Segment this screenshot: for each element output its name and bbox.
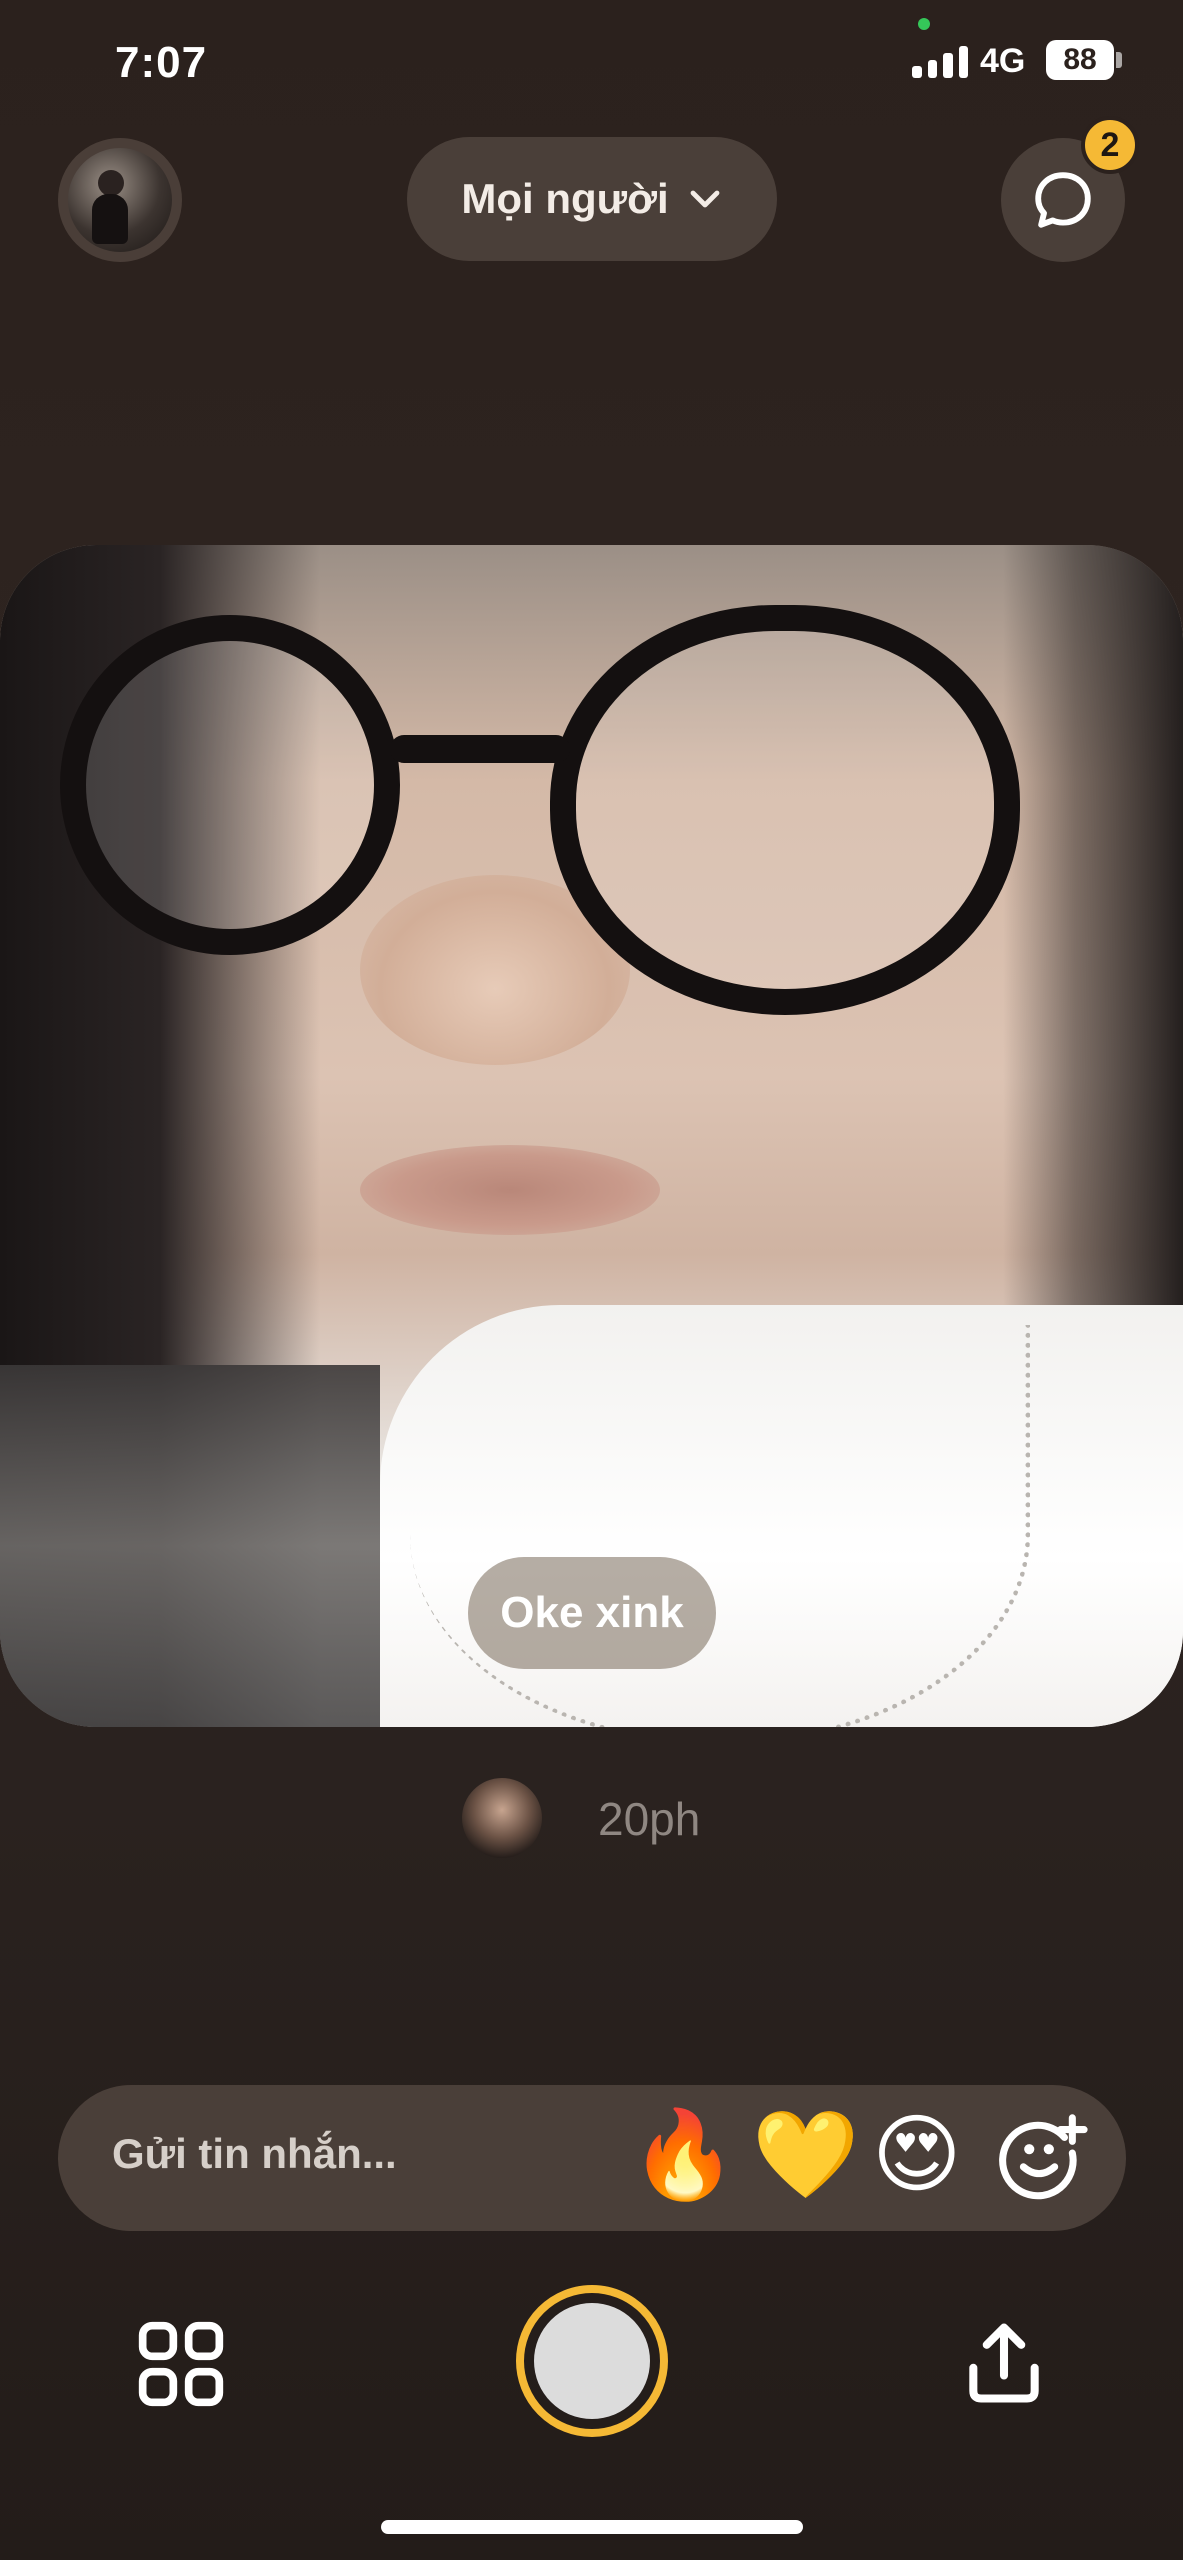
photo-caption: Oke xink [468, 1557, 716, 1669]
photo-detail [0, 1365, 380, 1727]
post-time-ago: 20ph [598, 1793, 701, 1845]
home-indicator[interactable] [381, 2520, 803, 2534]
message-input[interactable]: Gửi tin nhắn... [112, 2130, 397, 2178]
unread-badge: 2 [1081, 116, 1139, 174]
photo-detail [550, 605, 1020, 1015]
status-time: 7:07 [115, 38, 208, 87]
profile-avatar-button[interactable] [58, 138, 182, 262]
grid-icon[interactable] [135, 2318, 227, 2410]
battery-icon: 88 [1046, 40, 1114, 80]
share-upload-icon[interactable] [958, 2318, 1050, 2410]
photo-detail [60, 615, 400, 955]
reaction-fire-button[interactable]: 🔥 [630, 2112, 737, 2198]
audience-label: Mọi người [461, 175, 669, 222]
chat-bubble-icon [1035, 172, 1091, 228]
network-type: 4G [980, 42, 1026, 80]
battery-tip [1116, 52, 1122, 68]
author-avatar[interactable] [462, 1778, 542, 1858]
audience-selector-button[interactable]: Mọi người [407, 137, 777, 261]
reaction-yellow-heart-button[interactable]: 💛 [752, 2112, 859, 2198]
add-reaction-icon[interactable] [994, 2110, 1088, 2204]
photo-detail [390, 735, 570, 763]
chevron-down-icon [690, 190, 720, 208]
cellular-signal-icon [912, 44, 968, 78]
shared-photo[interactable]: Oke xink [0, 545, 1183, 1727]
reaction-heart-eyes-button[interactable]: 😍 [872, 2112, 962, 2198]
shutter-button[interactable] [516, 2285, 668, 2437]
privacy-indicator-dot [918, 18, 930, 30]
photo-detail [360, 1145, 660, 1235]
battery-level: 88 [1063, 43, 1097, 76]
shutter-inner [534, 2303, 650, 2419]
photo-detail [410, 1325, 1030, 1727]
avatar [68, 148, 172, 252]
